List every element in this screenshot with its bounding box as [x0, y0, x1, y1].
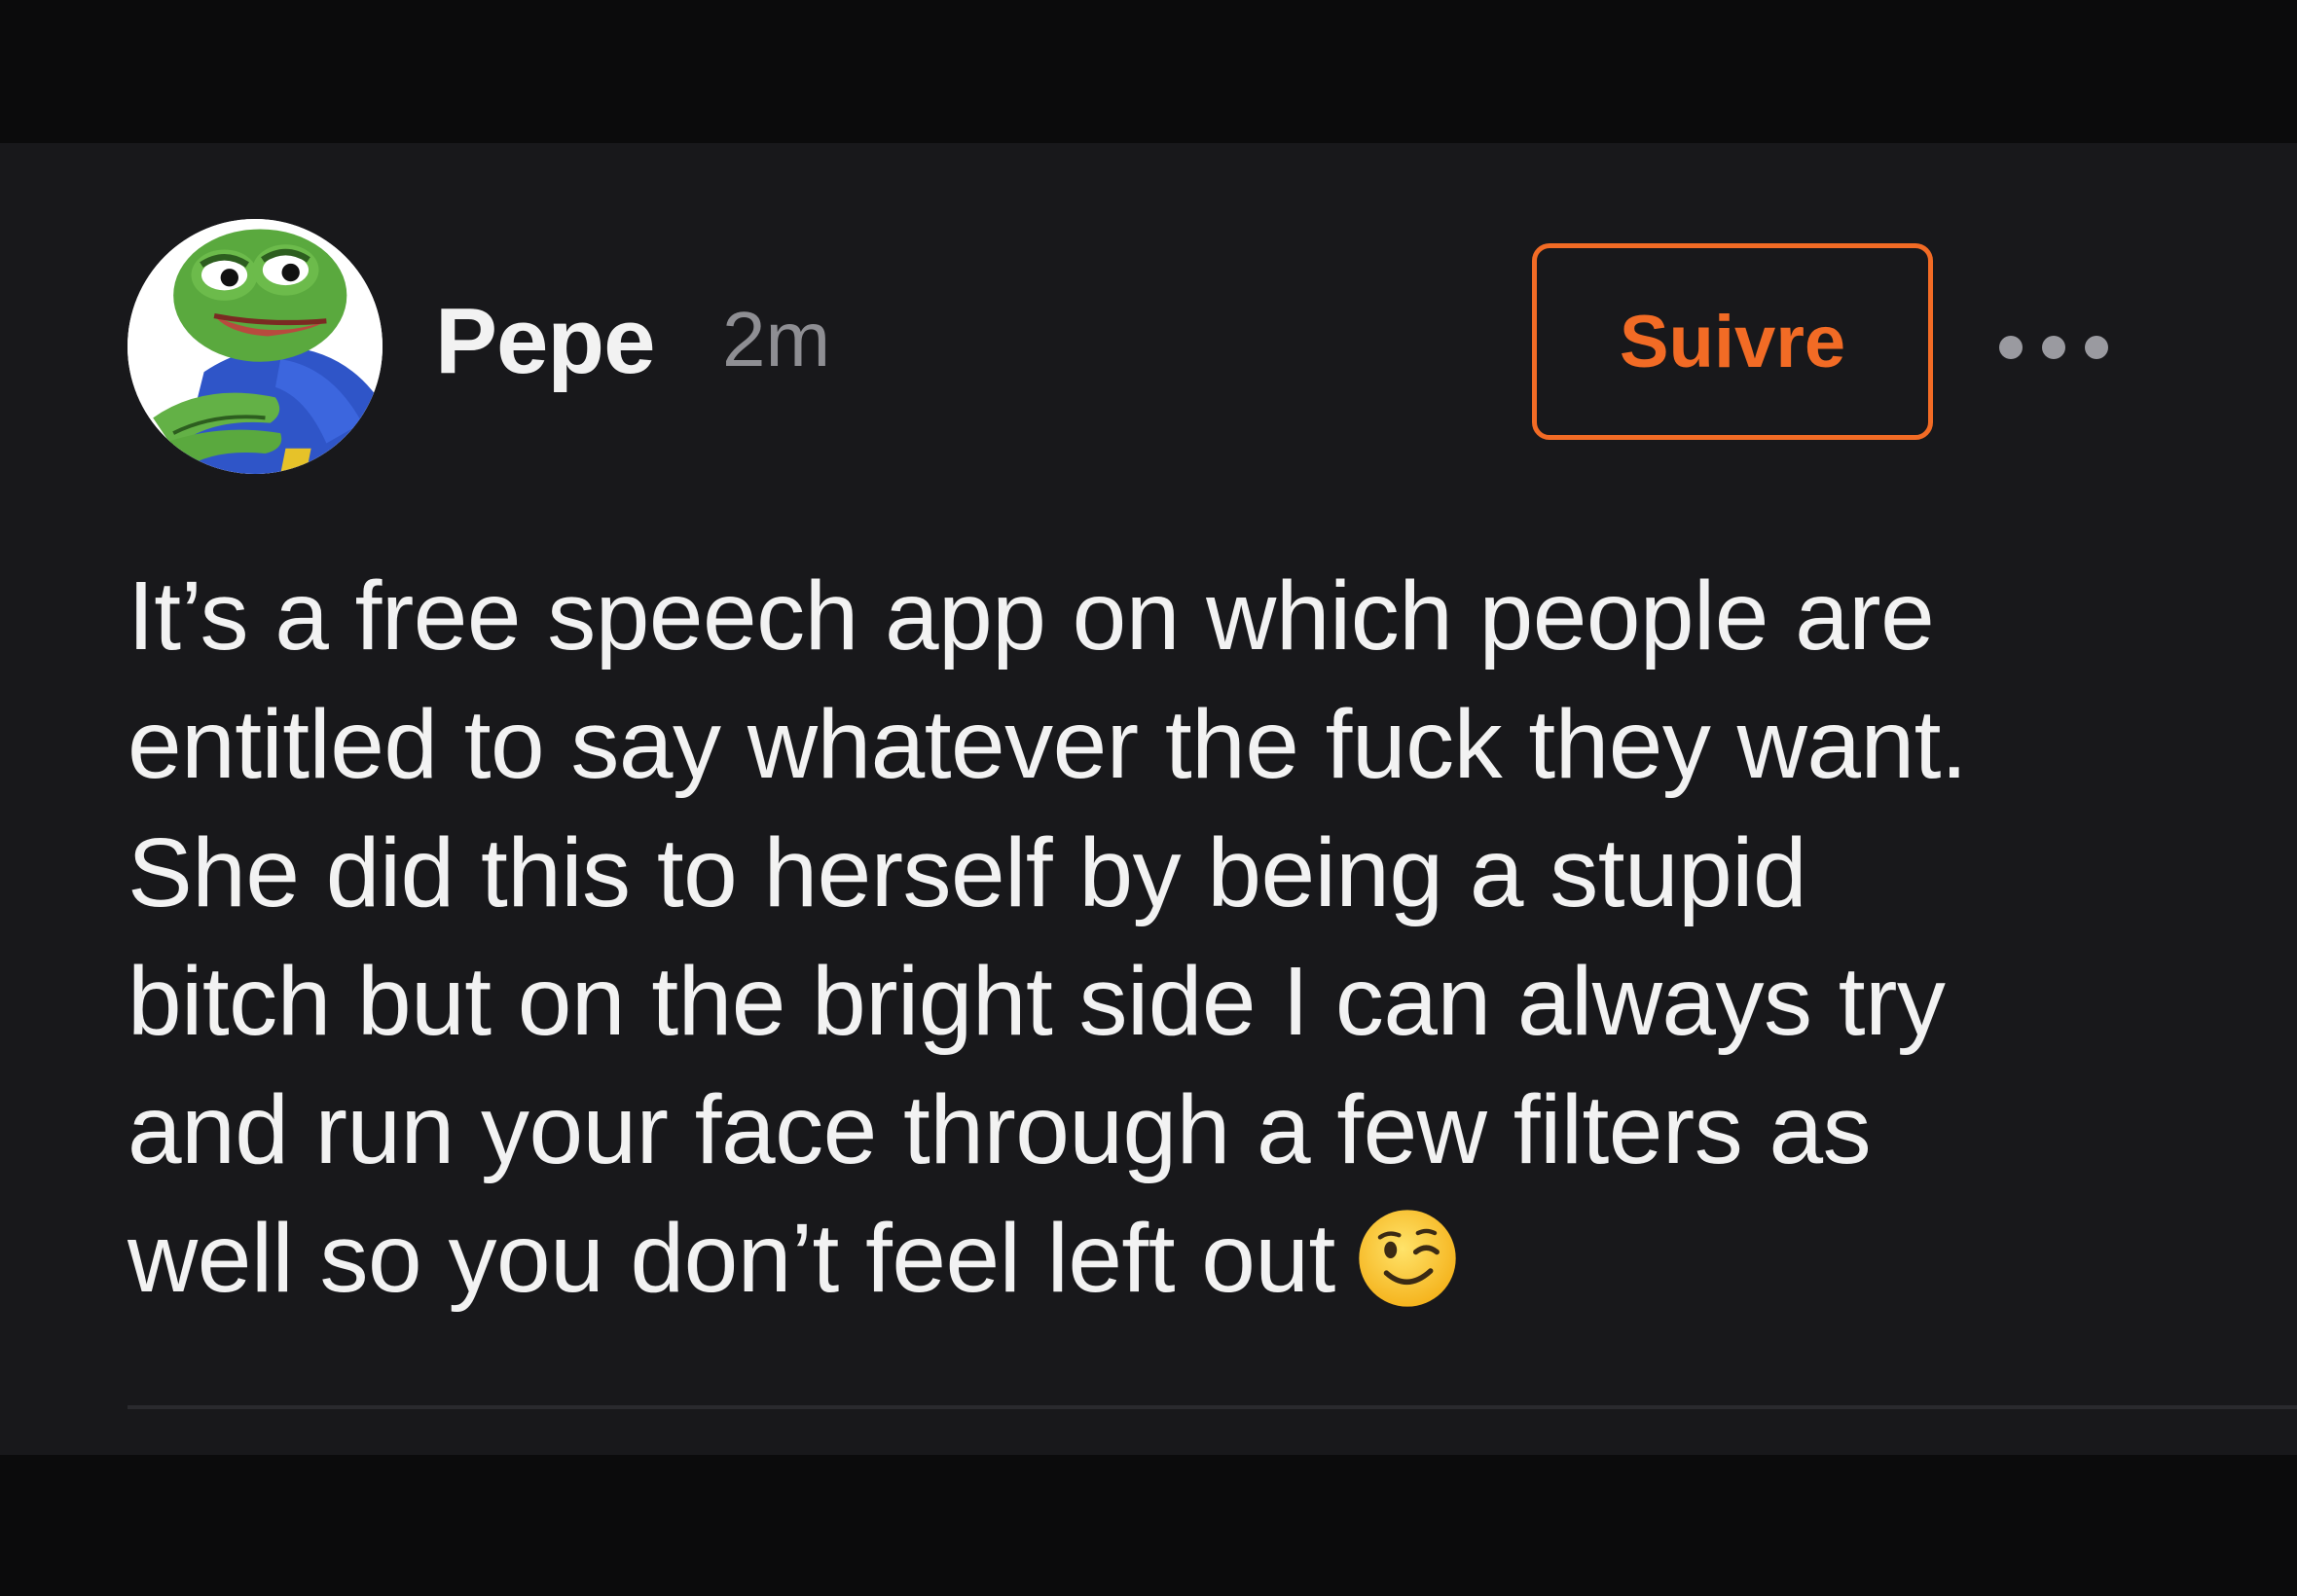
post-card: Pepe 2m Suivre It’s a free speech app on… [0, 143, 2297, 1455]
dot [2085, 336, 2108, 359]
avatar[interactable] [128, 219, 383, 474]
screen: Pepe 2m Suivre It’s a free speech app on… [0, 0, 2297, 1596]
dot [2042, 336, 2065, 359]
winking-face-emoji-icon [1359, 1210, 1456, 1307]
post-body: It’s a free speech app on which people a… [128, 552, 2201, 1323]
post-timestamp: 2m [722, 296, 831, 382]
more-options-icon[interactable] [1999, 318, 2108, 377]
divider [128, 1405, 2297, 1409]
dot [1999, 336, 2023, 359]
author-name[interactable]: Pepe [435, 295, 655, 388]
pepe-frog-avatar-icon [128, 219, 383, 474]
post-body-text: It’s a free speech app on which people a… [128, 562, 1968, 1313]
follow-button[interactable]: Suivre [1532, 243, 1933, 440]
